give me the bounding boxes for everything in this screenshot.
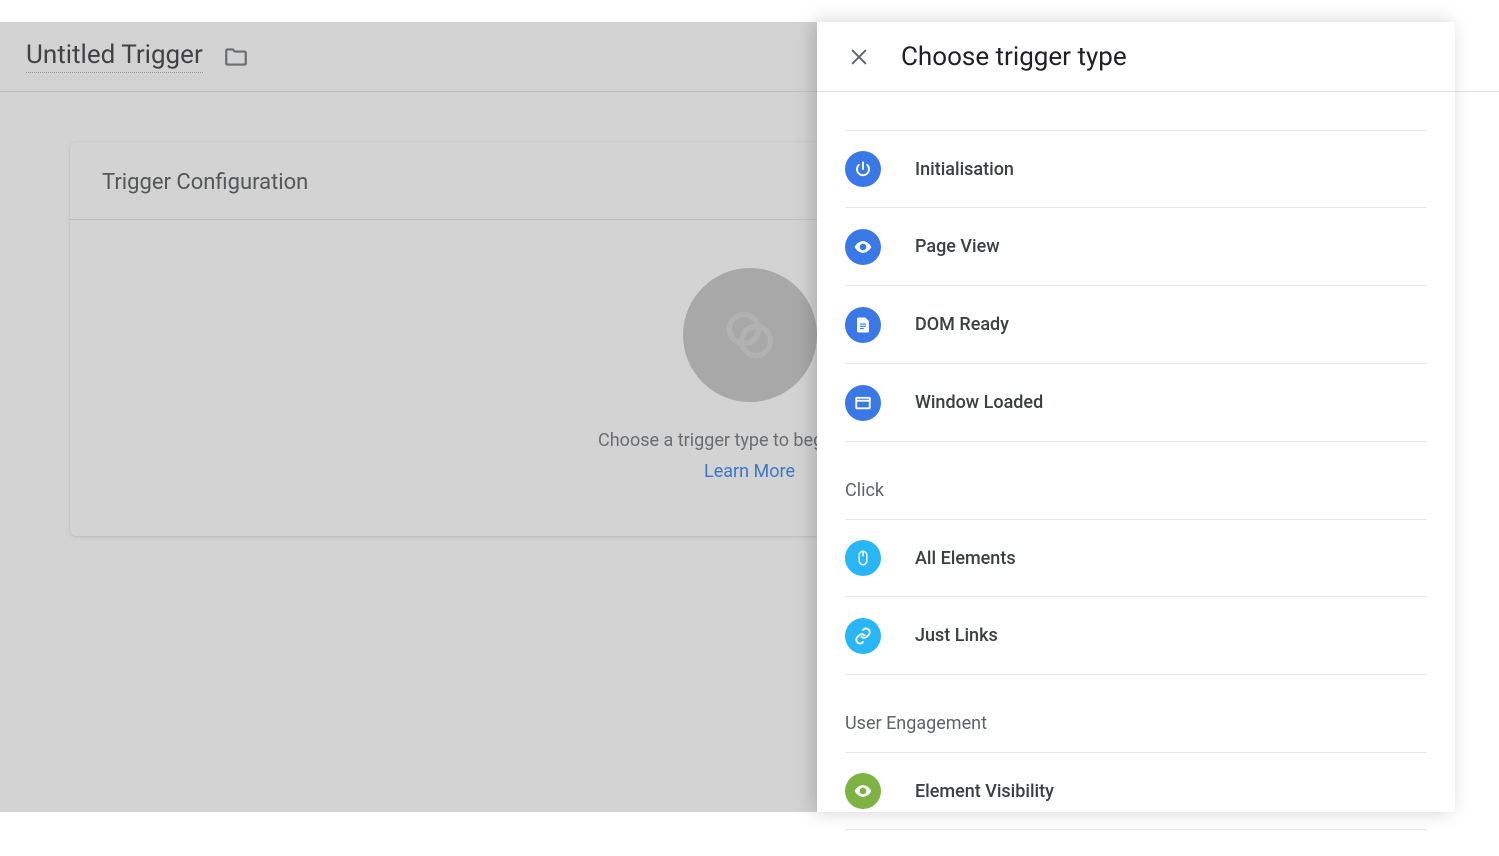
option-dom-ready[interactable]: DOM Ready — [845, 286, 1427, 364]
panel-title: Choose trigger type — [901, 42, 1127, 72]
option-label: Window Loaded — [915, 392, 1043, 413]
option-window-loaded[interactable]: Window Loaded — [845, 364, 1427, 442]
option-group: All Elements Just Links — [845, 519, 1427, 675]
window-icon — [845, 385, 881, 421]
option-initialisation[interactable]: Initialisation — [845, 130, 1427, 208]
option-group: Element Visibility — [845, 752, 1427, 830]
option-label: Initialisation — [915, 159, 1014, 180]
visibility-icon — [845, 773, 881, 809]
option-all-elements[interactable]: All Elements — [845, 519, 1427, 597]
group-heading-click: Click — [845, 442, 1427, 519]
panel-header: Choose trigger type — [817, 22, 1455, 92]
option-label: Element Visibility — [915, 781, 1054, 802]
group-heading-user-engagement: User Engagement — [845, 675, 1427, 752]
option-just-links[interactable]: Just Links — [845, 597, 1427, 675]
option-label: Page View — [915, 236, 1000, 257]
option-page-view[interactable]: Page View — [845, 208, 1427, 286]
option-label: Just Links — [915, 625, 998, 646]
link-icon — [845, 618, 881, 654]
file-icon — [845, 307, 881, 343]
eye-icon — [845, 229, 881, 265]
mouse-icon — [845, 540, 881, 576]
option-group: Initialisation Page View DOM Ready Windo… — [845, 92, 1427, 442]
option-element-visibility[interactable]: Element Visibility — [845, 752, 1427, 830]
modal-scrim[interactable] — [0, 22, 820, 812]
close-button[interactable] — [845, 43, 873, 71]
panel-body: Initialisation Page View DOM Ready Windo… — [817, 92, 1455, 830]
power-icon — [845, 151, 881, 187]
option-label: All Elements — [915, 548, 1016, 569]
option-label: DOM Ready — [915, 314, 1009, 335]
trigger-type-panel: Choose trigger type Initialisation Page … — [817, 22, 1455, 812]
